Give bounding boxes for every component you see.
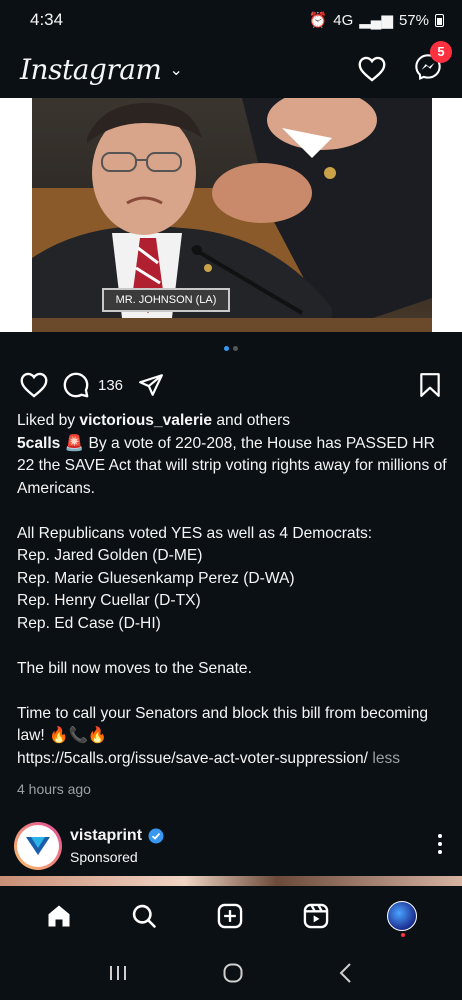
- system-navigation: [0, 946, 462, 1000]
- battery-level: 57%: [398, 11, 429, 29]
- carousel-dot: [233, 346, 238, 351]
- carousel-indicator: [0, 346, 462, 351]
- sponsored-post-image[interactable]: [0, 876, 462, 886]
- network-type: 4G: [333, 11, 354, 29]
- messenger-button[interactable]: 5: [414, 40, 452, 86]
- post-image[interactable]: MR. JOHNSON (LA): [0, 98, 462, 332]
- sponsor-account-name[interactable]: vistaprint: [70, 827, 142, 845]
- profile-avatar[interactable]: [387, 901, 418, 937]
- bookmark-icon[interactable]: [418, 372, 442, 398]
- nameplate: MR. JOHNSON (LA): [102, 288, 230, 312]
- liked-by-suffix[interactable]: and others: [212, 412, 290, 429]
- app-header: Instagram ⌄ 5: [0, 40, 462, 98]
- caption-line-8: The bill now moves to the Senate.: [17, 659, 252, 677]
- sponsored-post-header: vistaprint Sponsored: [14, 820, 448, 872]
- recent-apps-icon[interactable]: [106, 963, 130, 983]
- caption-line-3: Rep. Jared Golden (D-ME): [17, 547, 203, 564]
- home-circle-icon[interactable]: [221, 961, 245, 985]
- vistaprint-logo-icon: [26, 837, 50, 855]
- chevron-down-icon[interactable]: ⌄: [169, 60, 182, 79]
- caption-line-6: Rep. Ed Case (D-HI): [17, 614, 161, 632]
- less-button[interactable]: less: [372, 750, 400, 767]
- caption-line-10: Time to call your Senators and block thi…: [17, 704, 429, 745]
- home-icon[interactable]: [45, 902, 73, 930]
- caption-line-0: 🚨 By a vote of 220-208, the House has PA…: [17, 434, 447, 497]
- messages-badge: 5: [430, 40, 452, 63]
- status-icons: ⏰ 4G ▂▄▆ 57%: [309, 11, 444, 29]
- bottom-nav: [0, 886, 462, 946]
- carousel-dot-active: [224, 346, 229, 351]
- reels-icon[interactable]: [302, 902, 330, 930]
- comment-icon[interactable]: [62, 371, 90, 399]
- liked-by-prefix: Liked by: [17, 412, 80, 429]
- post-timestamp: 4 hours ago: [17, 781, 91, 797]
- liked-by-user[interactable]: victorious_valerie: [79, 412, 212, 429]
- post-caption: Liked by victorious_valerie and others 5…: [17, 410, 447, 770]
- create-post-icon[interactable]: [216, 902, 244, 930]
- status-time: 4:34: [30, 10, 64, 29]
- caption-link[interactable]: https://5calls.org/issue/save-act-voter-…: [17, 750, 368, 767]
- photo-illustration: [32, 98, 432, 332]
- liked-by-line: Liked by victorious_valerie and others: [17, 410, 447, 433]
- instagram-logo[interactable]: Instagram ⌄: [20, 52, 183, 86]
- status-bar: 4:34 ⏰ 4G ▂▄▆ 57%: [0, 0, 462, 40]
- caption-body: 5calls 🚨 By a vote of 220-208, the House…: [17, 433, 447, 771]
- back-icon[interactable]: [336, 961, 356, 985]
- post-photo: MR. JOHNSON (LA): [32, 98, 432, 332]
- battery-icon: [435, 13, 444, 27]
- caption-line-2: All Republicans voted YES as well as 4 D…: [17, 524, 373, 542]
- search-icon[interactable]: [130, 902, 158, 930]
- caption-line-4: Rep. Marie Gluesenkamp Perez (D-WA): [17, 569, 295, 587]
- signal-icon: ▂▄▆: [359, 12, 393, 29]
- comment-count[interactable]: 136: [98, 377, 123, 394]
- more-options-icon[interactable]: [438, 834, 442, 854]
- like-heart-icon[interactable]: [20, 372, 48, 398]
- post-author[interactable]: 5calls: [17, 435, 60, 452]
- logo-text: Instagram: [20, 52, 162, 86]
- share-icon[interactable]: [137, 372, 165, 398]
- verified-badge-icon: [148, 828, 164, 844]
- caption-line-5: Rep. Henry Cuellar (D-TX): [17, 592, 201, 609]
- post-actions: 136: [0, 370, 462, 400]
- sponsored-label[interactable]: Sponsored: [70, 849, 164, 865]
- vistaprint-avatar[interactable]: [14, 822, 62, 870]
- alarm-icon: ⏰: [308, 12, 328, 29]
- notification-dot: [401, 933, 406, 937]
- heart-icon[interactable]: [358, 56, 386, 82]
